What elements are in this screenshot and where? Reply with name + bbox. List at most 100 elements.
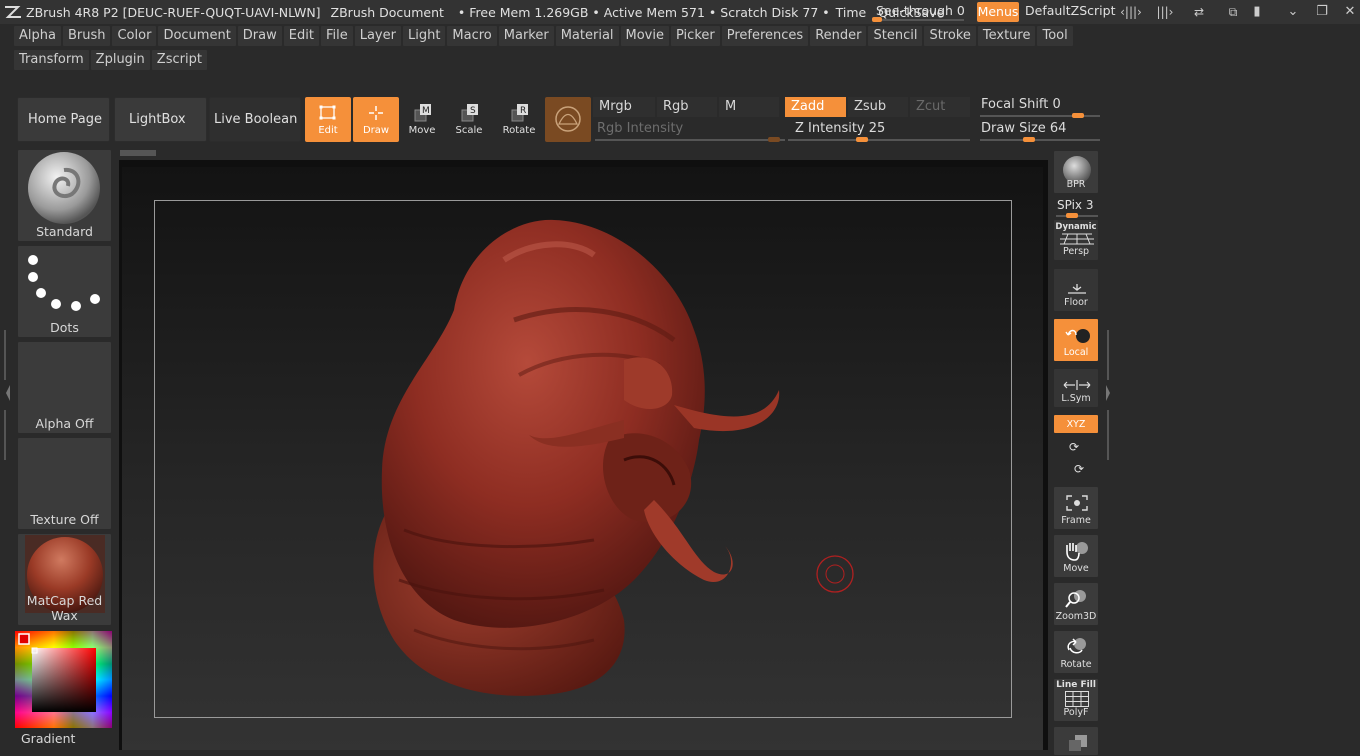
m-button[interactable]: M [719,97,779,117]
rotate-view-button[interactable]: Rotate [1053,630,1099,674]
left-tray-handle[interactable] [4,330,12,460]
see-through-slider[interactable]: See-through 0 [868,2,970,22]
persp-button[interactable]: Dynamic Persp [1053,219,1099,261]
menu-draw[interactable]: Draw [237,26,282,46]
color-picker[interactable] [15,631,112,728]
windows-icon[interactable]: ⧉ [1218,3,1248,21]
move-view-button[interactable]: Move [1053,534,1099,578]
menu-zplugin[interactable]: Zplugin [90,50,150,70]
menu-material[interactable]: Material [555,26,619,46]
polyf-button[interactable]: Line Fill PolyF [1053,678,1099,722]
menu-texture[interactable]: Texture [977,26,1036,46]
canvas-scroll-handle[interactable] [120,150,156,156]
rgb-intensity-knob[interactable] [768,137,780,142]
live-boolean-button[interactable]: Live Boolean [209,97,301,142]
menu-light[interactable]: Light [402,26,446,46]
zcut-button[interactable]: Zcut [910,97,970,117]
menu-macro[interactable]: Macro [447,26,497,46]
frame-button[interactable]: Frame [1053,486,1099,530]
layout-narrow-icon[interactable]: ‹|||› [1116,3,1146,21]
rotate-z-icon[interactable]: ⟳ [1074,462,1084,476]
zoom3d-label: Zoom3D [1055,611,1097,622]
lock-icon[interactable]: ▮ [1245,3,1269,21]
menu-stencil[interactable]: Stencil [868,26,923,46]
layout-wide-icon[interactable]: |||› [1150,3,1180,21]
see-through-knob[interactable] [872,17,882,22]
sculpted-head-model[interactable] [154,200,1012,718]
zsub-button[interactable]: Zsub [848,97,908,117]
menu-preferences[interactable]: Preferences [721,26,809,46]
active-mem: Active Mem 571 • [603,4,717,20]
lightbox-button[interactable]: LightBox [114,97,207,142]
mrgb-button[interactable]: Mrgb [593,97,655,117]
menu-stroke[interactable]: Stroke [924,26,976,46]
lsym-label: L.Sym [1061,393,1091,404]
swap-icon[interactable]: ⇄ [1184,3,1214,21]
rgb-button[interactable]: Rgb [657,97,717,117]
rotate-y-icon[interactable]: ⟳ [1069,440,1079,454]
alpha-selector[interactable]: Alpha Off [17,341,112,434]
transp-button[interactable] [1053,726,1099,756]
focal-shift-knob[interactable] [1071,113,1084,118]
menu-edit[interactable]: Edit [283,26,319,46]
draw-size-knob[interactable] [1023,137,1036,142]
bpr-render-button[interactable]: BPR [1053,150,1099,194]
menu-color[interactable]: Color [112,26,157,46]
move-mode-button[interactable]: M Move [399,97,445,142]
material-quick-button[interactable] [545,97,591,142]
texture-name: Texture Off [30,512,99,527]
titlebar-icons: ‹|||› |||› ⇄ ⧉ [1116,3,1248,21]
scale-label: Scale [455,125,483,136]
lsym-button[interactable]: L.Sym [1053,368,1099,408]
zadd-button[interactable]: Zadd [785,97,846,117]
persp-grid-icon [1060,233,1094,245]
material-selector[interactable]: MatCap Red Wax [17,533,112,626]
document-title: ZBrush Document [330,4,444,20]
draw-mode-button[interactable]: Draw [353,97,399,142]
menu-document[interactable]: Document [158,26,236,46]
draw-label: Draw [362,125,390,136]
menu-render[interactable]: Render [810,26,867,46]
default-zscript-button[interactable]: DefaultZScript [1025,3,1116,18]
minimize-icon[interactable]: ⌄ [1281,3,1305,21]
z-intensity-track[interactable] [788,139,970,141]
restore-icon[interactable]: ❐ [1310,3,1334,21]
menu-brush[interactable]: Brush [62,26,111,46]
bpr-label: BPR [1066,179,1086,190]
close-icon[interactable]: ✕ [1338,3,1360,21]
menu-alpha[interactable]: Alpha [14,26,61,46]
brush-selector[interactable]: Standard [17,149,112,242]
edit-icon [319,105,336,120]
scale-mode-button[interactable]: S Scale [446,97,492,142]
menu-transform[interactable]: Transform [14,50,89,70]
draw-size-track[interactable] [980,139,1100,141]
floor-button[interactable]: Floor [1053,268,1099,312]
menu-tool[interactable]: Tool [1037,26,1073,46]
free-mem: • Free Mem 1.269GB • [457,4,600,20]
menus-button[interactable]: Menus [977,2,1019,22]
gradient-label[interactable]: Gradient [21,731,75,746]
xyz-button[interactable]: XYZ [1053,414,1099,434]
menu-marker[interactable]: Marker [498,26,554,46]
rotate-mode-button[interactable]: R Rotate [496,97,542,142]
frame-label: Frame [1061,515,1091,526]
edit-mode-button[interactable]: Edit [305,97,351,142]
menu-zscript[interactable]: Zscript [151,50,207,70]
color-picker-gradient [15,631,112,728]
z-intensity-knob[interactable] [856,137,868,142]
texture-selector[interactable]: Texture Off [17,437,112,530]
menu-layer[interactable]: Layer [354,26,401,46]
persp-label: Persp [1062,246,1090,257]
menu-picker[interactable]: Picker [671,26,720,46]
move-label: Move [408,125,436,136]
floor-icon [1068,284,1086,294]
local-button[interactable]: Local [1053,318,1099,362]
menu-file[interactable]: File [320,26,353,46]
stroke-selector[interactable]: Dots [17,245,112,338]
zoom3d-button[interactable]: Zoom3D [1053,582,1099,626]
rgb-intensity-track[interactable] [595,139,785,141]
home-page-button[interactable]: Home Page [17,97,110,142]
menu-movie[interactable]: Movie [620,26,669,46]
right-tray-handle[interactable] [1104,330,1112,460]
spix-knob[interactable] [1066,213,1078,218]
